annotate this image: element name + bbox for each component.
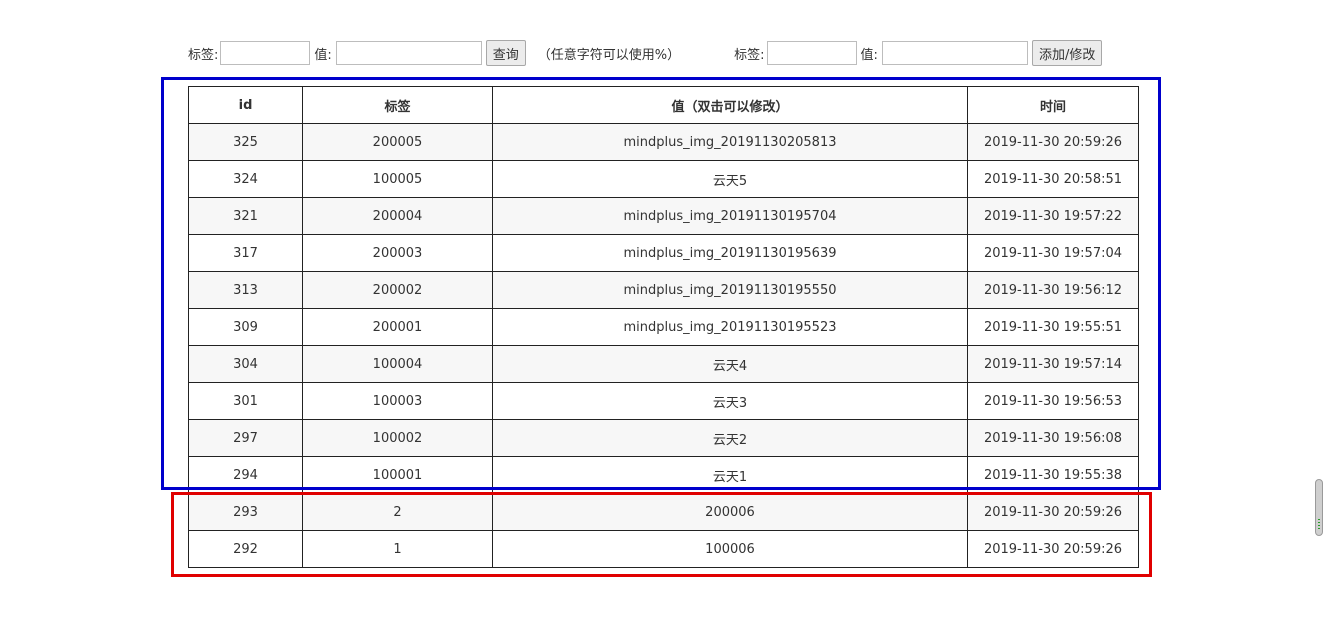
cell-value[interactable]: 200006 bbox=[492, 493, 968, 531]
header-time: 时间 bbox=[967, 86, 1139, 124]
cell-id: 294 bbox=[188, 456, 303, 494]
cell-id: 309 bbox=[188, 308, 303, 346]
table-row: 304 100004 云天4 2019-11-30 19:57:14 bbox=[188, 345, 1139, 383]
cell-value[interactable]: 云天1 bbox=[492, 456, 968, 494]
table-row: 325 200005 mindplus_img_20191130205813 2… bbox=[188, 123, 1139, 161]
scrollbar-grip-icon bbox=[1318, 519, 1320, 529]
cell-value[interactable]: mindplus_img_20191130195550 bbox=[492, 271, 968, 309]
cell-tag: 200004 bbox=[302, 197, 493, 235]
cell-time: 2019-11-30 20:59:26 bbox=[967, 123, 1139, 161]
cell-value[interactable]: 云天3 bbox=[492, 382, 968, 420]
cell-tag: 2 bbox=[302, 493, 493, 531]
table-row: 297 100002 云天2 2019-11-30 19:56:08 bbox=[188, 419, 1139, 457]
cell-id: 292 bbox=[188, 530, 303, 568]
table-row: 294 100001 云天1 2019-11-30 19:55:38 bbox=[188, 456, 1139, 494]
cell-time: 2019-11-30 19:55:51 bbox=[967, 308, 1139, 346]
toolbar: 标签: 值: 查询 （任意字符可以使用%） 标签: 值: 添加/修改 bbox=[188, 40, 1103, 66]
cell-id: 325 bbox=[188, 123, 303, 161]
cell-time: 2019-11-30 19:56:53 bbox=[967, 382, 1139, 420]
tag-label-2: 标签: bbox=[734, 47, 765, 63]
cell-tag: 100004 bbox=[302, 345, 493, 383]
cell-id: 317 bbox=[188, 234, 303, 272]
table-row: 301 100003 云天3 2019-11-30 19:56:53 bbox=[188, 382, 1139, 420]
cell-id: 321 bbox=[188, 197, 303, 235]
table-row: 321 200004 mindplus_img_20191130195704 2… bbox=[188, 197, 1139, 235]
wildcard-hint: （任意字符可以使用%） bbox=[537, 47, 681, 63]
cell-id: 293 bbox=[188, 493, 303, 531]
cell-time: 2019-11-30 19:55:38 bbox=[967, 456, 1139, 494]
cell-tag: 200002 bbox=[302, 271, 493, 309]
cell-tag: 200003 bbox=[302, 234, 493, 272]
cell-tag: 100002 bbox=[302, 419, 493, 457]
cell-time: 2019-11-30 20:59:26 bbox=[967, 530, 1139, 568]
table-row: 317 200003 mindplus_img_20191130195639 2… bbox=[188, 234, 1139, 272]
tag-input[interactable] bbox=[220, 41, 311, 65]
cell-tag: 200005 bbox=[302, 123, 493, 161]
cell-time: 2019-11-30 19:57:14 bbox=[967, 345, 1139, 383]
cell-value[interactable]: mindplus_img_20191130195639 bbox=[492, 234, 968, 272]
cell-tag: 100005 bbox=[302, 160, 493, 198]
value-input-2[interactable] bbox=[881, 41, 1028, 65]
cell-id: 313 bbox=[188, 271, 303, 309]
cell-value[interactable]: mindplus_img_20191130195704 bbox=[492, 197, 968, 235]
cell-tag: 100001 bbox=[302, 456, 493, 494]
query-button[interactable]: 查询 bbox=[485, 40, 526, 66]
header-id: id bbox=[188, 86, 303, 124]
cell-tag: 1 bbox=[302, 530, 493, 568]
table-row: 313 200002 mindplus_img_20191130195550 2… bbox=[188, 271, 1139, 309]
records-table: id 标签 值（双击可以修改） 时间 325 200005 mindplus_i… bbox=[188, 86, 1139, 568]
table-row: 324 100005 云天5 2019-11-30 20:58:51 bbox=[188, 160, 1139, 198]
cell-value[interactable]: 云天2 bbox=[492, 419, 968, 457]
header-tag: 标签 bbox=[302, 86, 493, 124]
tag-input-2[interactable] bbox=[766, 41, 857, 65]
cell-value[interactable]: mindplus_img_20191130195523 bbox=[492, 308, 968, 346]
value-label: 值: bbox=[314, 47, 332, 63]
cell-value[interactable]: mindplus_img_20191130205813 bbox=[492, 123, 968, 161]
cell-time: 2019-11-30 20:58:51 bbox=[967, 160, 1139, 198]
vertical-scrollbar[interactable] bbox=[1315, 479, 1323, 536]
cell-tag: 200001 bbox=[302, 308, 493, 346]
cell-id: 324 bbox=[188, 160, 303, 198]
cell-time: 2019-11-30 19:56:12 bbox=[967, 271, 1139, 309]
cell-id: 304 bbox=[188, 345, 303, 383]
value-input[interactable] bbox=[335, 41, 482, 65]
header-value: 值（双击可以修改） bbox=[492, 86, 968, 124]
table-header-row: id 标签 值（双击可以修改） 时间 bbox=[188, 86, 1139, 124]
cell-time: 2019-11-30 20:59:26 bbox=[967, 493, 1139, 531]
cell-id: 297 bbox=[188, 419, 303, 457]
cell-tag: 100003 bbox=[302, 382, 493, 420]
tag-label: 标签: bbox=[188, 47, 219, 63]
cell-value[interactable]: 云天4 bbox=[492, 345, 968, 383]
table-row: 309 200001 mindplus_img_20191130195523 2… bbox=[188, 308, 1139, 346]
cell-time: 2019-11-30 19:57:22 bbox=[967, 197, 1139, 235]
cell-time: 2019-11-30 19:57:04 bbox=[967, 234, 1139, 272]
value-label-2: 值: bbox=[860, 47, 878, 63]
cell-value[interactable]: 100006 bbox=[492, 530, 968, 568]
add-modify-button[interactable]: 添加/修改 bbox=[1031, 40, 1103, 66]
cell-id: 301 bbox=[188, 382, 303, 420]
cell-value[interactable]: 云天5 bbox=[492, 160, 968, 198]
table-row: 292 1 100006 2019-11-30 20:59:26 bbox=[188, 530, 1139, 568]
cell-time: 2019-11-30 19:56:08 bbox=[967, 419, 1139, 457]
table-row: 293 2 200006 2019-11-30 20:59:26 bbox=[188, 493, 1139, 531]
